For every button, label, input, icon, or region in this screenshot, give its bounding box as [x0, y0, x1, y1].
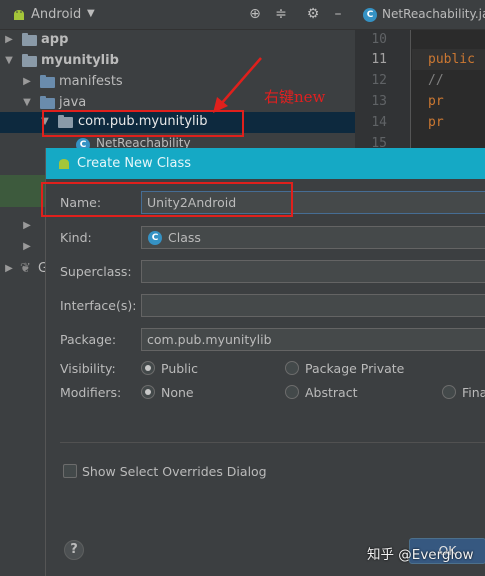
folder-icon [22, 54, 37, 67]
package-input[interactable]: com.pub.myunitylib [141, 328, 485, 351]
project-panel-header: Android ▼ ⊕ ≑ ⚙ – [0, 0, 355, 30]
expand-arrow-icon[interactable]: ▶ [22, 76, 32, 87]
package-value: com.pub.myunitylib [147, 332, 272, 347]
visibility-public-label[interactable]: Public [161, 361, 198, 376]
visibility-label: Visibility: [60, 361, 116, 376]
superclass-input[interactable] [141, 260, 485, 283]
folder-icon [22, 33, 37, 46]
create-class-dialog: Create New Class Name: Unity2Android Kin… [45, 148, 485, 576]
line-number: 11 [371, 52, 387, 67]
tree-item-myunitylib[interactable]: ▼ myunitylib [0, 51, 355, 72]
kind-value: Class [168, 230, 201, 245]
expand-arrow-icon[interactable]: ▶ [4, 263, 14, 274]
modifier-none-radio[interactable] [141, 385, 155, 399]
class-icon: C [148, 231, 162, 245]
help-icon: ? [70, 542, 78, 557]
show-overrides-checkbox[interactable] [63, 464, 77, 478]
collapse-arrow-icon[interactable]: ▼ [4, 55, 14, 66]
tree-item-package[interactable]: ▼ com.pub.myunitylib [0, 112, 355, 133]
interfaces-input[interactable] [141, 294, 485, 317]
tree-item-gradle[interactable]: ▶ ❦ G [0, 259, 48, 280]
tree-item-app[interactable]: ▶ app [0, 30, 355, 51]
class-icon: C [363, 8, 377, 22]
watermark-text: 知乎 @Everglow [367, 547, 474, 563]
visibility-package-private-label[interactable]: Package Private [305, 361, 404, 376]
tree-item-label: manifests [59, 74, 123, 89]
folder-icon [40, 96, 55, 109]
modifier-final-radio[interactable] [442, 385, 456, 399]
collapse-arrow-icon[interactable]: ▼ [22, 97, 32, 108]
visibility-public-radio[interactable] [141, 361, 155, 375]
kind-select[interactable]: C Class [141, 226, 485, 249]
line-number: 10 [371, 32, 387, 47]
expand-arrow-icon[interactable]: ▶ [22, 241, 32, 252]
package-label: Package: [60, 332, 117, 347]
line-number: 13 [371, 94, 387, 109]
collapse-icon[interactable]: ≑ [273, 6, 289, 22]
tree-highlight-row [0, 175, 45, 207]
annotation-text: 右键new [264, 88, 326, 106]
name-input[interactable]: Unity2Android [141, 191, 485, 214]
show-overrides-label[interactable]: Show Select Overrides Dialog [82, 464, 267, 479]
editor-tab[interactable]: C NetReachability.ja [355, 0, 485, 30]
code-line: pr [428, 94, 444, 109]
hide-panel-icon[interactable]: – [330, 6, 346, 22]
line-number: 12 [371, 73, 387, 88]
code-line: public [428, 52, 475, 67]
modifier-abstract-label[interactable]: Abstract [305, 385, 357, 400]
expand-arrow-icon[interactable]: ▶ [22, 220, 32, 231]
folder-icon [40, 75, 55, 88]
modifier-final-label[interactable]: Fina [462, 385, 485, 400]
modifier-none-label[interactable]: None [161, 385, 194, 400]
dialog-separator [60, 442, 485, 443]
android-icon [14, 10, 24, 20]
target-icon[interactable]: ⊕ [247, 6, 263, 22]
code-line: pr [428, 115, 444, 130]
view-selector[interactable]: Android [31, 7, 81, 22]
chevron-down-icon[interactable]: ▼ [87, 8, 95, 19]
help-button[interactable]: ? [64, 540, 84, 560]
name-value: Unity2Android [147, 195, 237, 210]
dialog-title: Create New Class [77, 156, 192, 171]
code-line: // [428, 73, 444, 88]
editor-tab-label: NetReachability.ja [382, 7, 485, 21]
dialog-title-bar[interactable]: Create New Class [46, 148, 485, 179]
modifiers-label: Modifiers: [60, 385, 122, 400]
collapse-arrow-icon[interactable]: ▼ [40, 116, 50, 127]
android-icon [59, 159, 69, 169]
gradle-icon: ❦ [20, 261, 31, 276]
gear-icon[interactable]: ⚙ [305, 6, 321, 22]
superclass-label: Superclass: [60, 264, 132, 279]
name-label: Name: [60, 195, 102, 210]
visibility-package-private-radio[interactable] [285, 361, 299, 375]
kind-label: Kind: [60, 230, 92, 245]
package-icon [58, 115, 73, 128]
tree-item-label: com.pub.myunitylib [78, 114, 208, 129]
tree-item-label: java [59, 95, 87, 110]
expand-arrow-icon[interactable]: ▶ [4, 34, 14, 45]
modifier-abstract-radio[interactable] [285, 385, 299, 399]
tree-item-label: app [41, 32, 69, 47]
tree-item-collapsed[interactable]: ▶ [0, 237, 45, 258]
tree-item-collapsed[interactable]: ▶ [0, 216, 45, 237]
tree-item-label: myunitylib [41, 53, 119, 68]
line-number: 14 [371, 115, 387, 130]
interfaces-label: Interface(s): [60, 298, 137, 313]
